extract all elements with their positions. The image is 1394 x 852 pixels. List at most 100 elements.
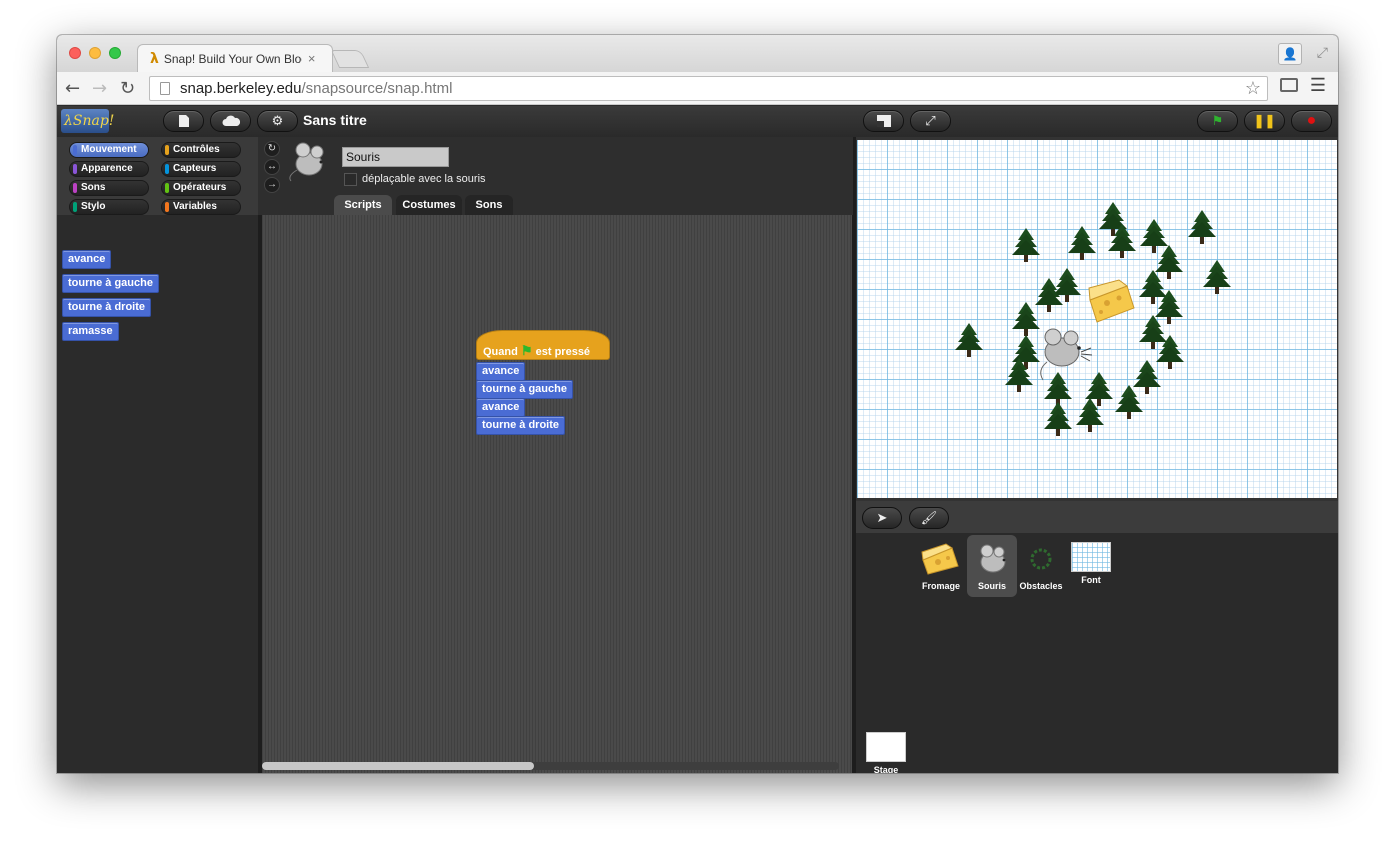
tree-obstacles <box>955 202 1231 436</box>
pause-button[interactable]: ❚❚ <box>1244 110 1285 132</box>
palette-block-avance[interactable]: avance <box>62 250 112 269</box>
stage-frame <box>856 137 1338 501</box>
url-path: /snapsource/snap.html <box>301 80 453 97</box>
category-mouvement[interactable]: Mouvement <box>69 142 149 158</box>
script-block-tourne-gauche[interactable]: tourne à gauche <box>476 380 573 399</box>
url-host: snap.berkeley.edu <box>180 80 302 97</box>
browser-toolbar: ← → ↻ snap.berkeley.edu/snapsource/snap.… <box>57 72 1338 105</box>
tab-strip: λ Snap! Build Your Own Block × 👤 ⤢ <box>57 35 1338 72</box>
category-swatch <box>73 164 77 174</box>
address-bar[interactable]: snap.berkeley.edu/snapsource/snap.html ☆ <box>149 76 1268 101</box>
stop-icon: ● <box>1306 112 1317 129</box>
sprite-name-field[interactable]: Souris <box>342 147 449 167</box>
category-swatch <box>73 202 77 212</box>
window-maximize-button[interactable] <box>109 47 121 59</box>
window-close-button[interactable] <box>69 47 81 59</box>
palette-block-ramasse[interactable]: ramasse <box>62 322 119 341</box>
category-variables[interactable]: Variables <box>161 199 241 215</box>
script-block-avance[interactable]: avance <box>476 398 526 417</box>
tab-sons[interactable]: Sons <box>465 195 513 215</box>
horizontal-scrollbar[interactable] <box>262 762 534 770</box>
corral-sprite-font[interactable]: Font <box>1066 538 1116 594</box>
category-swatch <box>165 183 169 193</box>
browser-window: λ Snap! Build Your Own Block × 👤 ⤢ ← → ↻… <box>57 35 1338 773</box>
gear-icon: ⚙ <box>271 113 284 128</box>
category-swatch <box>165 145 169 155</box>
star-icon[interactable]: ☆ <box>1245 78 1261 99</box>
category-swatch <box>73 183 77 193</box>
brush-icon: 🖌 <box>920 510 938 525</box>
stage[interactable] <box>857 140 1337 498</box>
category-label: Contrôles <box>173 144 220 155</box>
scripts-area[interactable]: Quand ⚑ est pressé avance tourne à gauch… <box>262 215 852 773</box>
category-swatch <box>165 164 169 174</box>
category-capteurs[interactable]: Capteurs <box>161 161 241 177</box>
category-label: Variables <box>173 201 217 212</box>
category-label: Opérateurs <box>173 182 227 193</box>
file-menu-button[interactable] <box>163 110 204 132</box>
corral-stage[interactable]: Stage <box>861 728 911 773</box>
forward-arrow-icon[interactable]: → <box>92 78 107 99</box>
green-flag-icon: ⚑ <box>520 343 533 358</box>
profile-icon[interactable]: 👤 <box>1278 43 1302 65</box>
corral-sprite-obstacles[interactable]: Obstacles <box>1016 538 1066 594</box>
mouse-icon <box>289 142 324 182</box>
stage-size-icon <box>876 115 891 127</box>
script-block-tourne-droite[interactable]: tourne à droite <box>476 416 566 435</box>
pause-icon: ❚❚ <box>1253 113 1276 128</box>
category-controles[interactable]: Contrôles <box>161 142 241 158</box>
snap-top-bar: λSnap! ⚙ Sans titre ⤢ ⚑ ❚❚ ● <box>57 106 1338 137</box>
reload-icon[interactable]: ↻ <box>120 78 135 99</box>
corral-sprite-fromage[interactable]: Fromage <box>916 538 966 594</box>
palette-block-tourne-droite[interactable]: tourne à droite <box>62 298 152 317</box>
browser-tab[interactable]: λ Snap! Build Your Own Block × <box>137 44 333 72</box>
turtle-sprite-button[interactable]: ➤ <box>862 507 902 529</box>
category-label: Sons <box>81 182 106 193</box>
corral-sprite-souris[interactable]: Souris <box>967 535 1017 597</box>
hat-suffix: est pressé <box>535 346 591 358</box>
snap-logo[interactable]: λSnap! <box>61 109 114 133</box>
cloud-icon <box>222 115 240 126</box>
back-arrow-icon[interactable]: ← <box>65 78 80 99</box>
expand-icon: ⤢ <box>925 113 936 128</box>
corral-sprite-label: Fromage <box>921 581 960 591</box>
settings-button[interactable]: ⚙ <box>257 110 298 132</box>
when-flag-clicked-block[interactable]: Quand ⚑ est pressé <box>476 330 610 360</box>
category-stylo[interactable]: Stylo <box>69 199 149 215</box>
sprite-header: ↻ ↔ → Souris déplaçable avec la souris S… <box>258 137 853 215</box>
new-tab-button[interactable] <box>330 50 370 68</box>
cloud-button[interactable] <box>210 110 251 132</box>
green-flag-icon: ⚑ <box>1211 113 1224 128</box>
sprite-corral: Fromage Souris Obstacles Font Stage <box>856 533 1338 773</box>
tab-costumes[interactable]: Costumes <box>396 195 462 215</box>
project-title: Sans titre <box>303 112 367 128</box>
snap-app: λSnap! ⚙ Sans titre ⤢ ⚑ ❚❚ ● Mouvement C… <box>57 106 1338 773</box>
category-sons[interactable]: Sons <box>69 180 149 196</box>
category-apparence[interactable]: Apparence <box>69 161 149 177</box>
stage-scene <box>955 202 1231 436</box>
draggable-checkbox[interactable] <box>344 173 357 186</box>
palette-block-tourne-gauche[interactable]: tourne à gauche <box>62 274 159 293</box>
presentation-mode-button[interactable]: ⤢ <box>910 110 951 132</box>
cast-icon[interactable] <box>1280 78 1298 92</box>
category-swatch <box>165 202 169 212</box>
hamburger-menu-icon[interactable]: ☰ <box>1310 75 1326 96</box>
category-label: Stylo <box>81 201 106 212</box>
script-block-avance[interactable]: avance <box>476 362 526 381</box>
paint-new-sprite-button[interactable]: 🖌 <box>909 507 949 529</box>
category-operateurs[interactable]: Opérateurs <box>161 180 241 196</box>
window-minimize-button[interactable] <box>89 47 101 59</box>
block-palette: avance tourne à gauche tourne à droite r… <box>57 215 258 773</box>
tab-scripts[interactable]: Scripts <box>334 195 392 215</box>
stop-button[interactable]: ● <box>1291 110 1332 132</box>
rotate-flip-icon[interactable]: ↔ <box>264 159 280 175</box>
rotate-full-icon[interactable]: ↻ <box>264 141 280 157</box>
corral-sprite-label: Obstacles <box>1019 581 1063 591</box>
rotate-none-icon[interactable]: → <box>264 177 280 193</box>
fullscreen-icon[interactable]: ⤢ <box>1317 44 1328 61</box>
stage-thumbnail <box>866 732 906 762</box>
green-flag-button[interactable]: ⚑ <box>1197 110 1238 132</box>
tab-close-icon[interactable]: × <box>308 51 316 66</box>
stage-size-button[interactable] <box>863 110 904 132</box>
category-label: Mouvement <box>81 144 137 155</box>
